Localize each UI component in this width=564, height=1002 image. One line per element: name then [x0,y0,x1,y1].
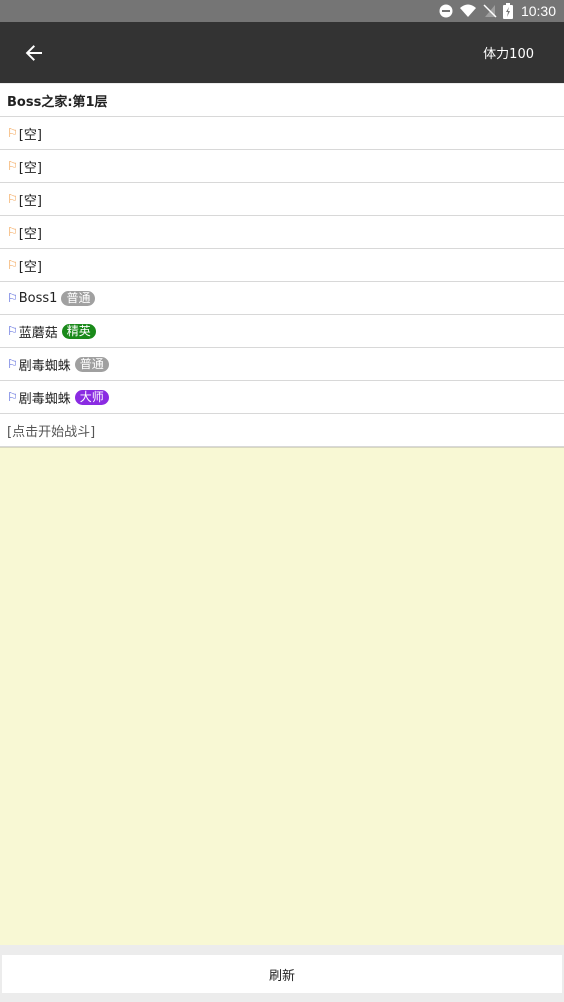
battle-log-area [0,447,564,945]
slot-row[interactable]: ⚐ [空] [0,183,564,216]
slot-row[interactable]: ⚐ 剧毒蜘蛛 大师 [0,381,564,414]
battery-charging-icon [502,3,513,19]
rank-badge: 精英 [61,323,96,339]
rank-badge: 普通 [74,356,109,372]
slot-label: [空] [18,127,42,143]
slot-row[interactable]: ⚐ Boss1 普通 [0,282,564,315]
slot-row[interactable]: ⚐ 剧毒蜘蛛 普通 [0,348,564,381]
status-time: 10:30 [520,3,556,19]
rank-badge: 普通 [61,290,96,306]
slot-label: [空] [18,160,42,176]
slot-label: [空] [18,259,42,275]
flag-icon: ⚐ [7,258,18,272]
dungeon-list: Boss之家:第1层 ⚐ [空] ⚐ [空] ⚐ [空] ⚐ [空] ⚐ [空] ⚐ Boss1 普通 ⚐… [0,84,564,447]
rank-badge: 大师 [74,389,109,405]
refresh-button[interactable]: 刷新 [2,955,562,993]
slot-label: [空] [18,193,42,209]
slot-row[interactable]: ⚐ [空] [0,150,564,183]
flag-icon: ⚐ [7,291,18,305]
flag-icon: ⚐ [7,192,18,206]
wifi-icon [459,4,477,18]
slot-label: Boss1 [18,290,58,306]
flag-icon: ⚐ [7,225,18,239]
slot-label: [空] [18,226,42,242]
slot-row[interactable]: ⚐ 蓝蘑菇 精英 [0,315,564,348]
slot-label: 剧毒蜘蛛 [18,358,71,374]
slot-label: 蓝蘑菇 [18,325,58,341]
slot-row[interactable]: ⚐ [空] [0,216,564,249]
stamina-label: 体力100 [483,47,534,62]
slot-row[interactable]: ⚐ [空] [0,117,564,150]
status-bar: 10:30 [0,0,564,22]
flag-icon: ⚐ [7,390,18,404]
flag-icon: ⚐ [7,126,18,140]
start-battle-button[interactable]: [点击开始战斗] [0,414,564,447]
slot-label: 剧毒蜘蛛 [18,391,71,407]
flag-icon: ⚐ [7,357,18,371]
arrow-back-icon[interactable] [24,43,44,63]
slot-row[interactable]: ⚐ [空] [0,249,564,282]
app-bar: 体力100 [0,22,564,83]
do-not-disturb-icon [439,4,453,18]
floor-title: Boss之家:第1层 [0,84,564,117]
flag-icon: ⚐ [7,159,18,173]
no-sim-icon [483,4,497,18]
flag-icon: ⚐ [7,324,18,338]
